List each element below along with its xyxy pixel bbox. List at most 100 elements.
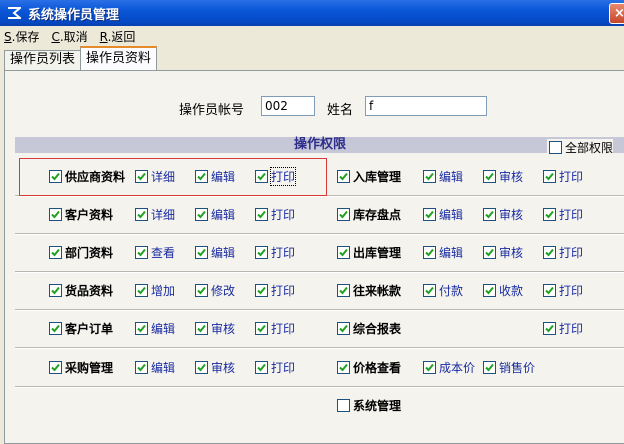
perm-left-5-sub-2-checkbox[interactable] (255, 360, 268, 374)
perm-left-4-sub-0[interactable]: 编辑 (135, 320, 175, 336)
perm-right-4-checkbox[interactable] (337, 321, 350, 335)
all-permissions-checkbox[interactable] (549, 141, 562, 154)
account-field[interactable]: 002 (261, 96, 315, 116)
window-title: 系统操作员管理 (28, 7, 120, 23)
perm-right-5-checkbox[interactable] (337, 360, 350, 374)
perm-left-2-checkbox[interactable] (49, 245, 62, 259)
perm-right-1-sub-2-checkbox[interactable] (543, 207, 556, 221)
perm-left-1-sub-0[interactable]: 详细 (135, 206, 175, 222)
perm-right-0-sub-1[interactable]: 审核 (483, 168, 523, 184)
perm-left-5-checkbox[interactable] (49, 360, 62, 374)
perm-left-4[interactable]: 客户订单 (49, 320, 113, 336)
perm-left-2-sub-0-checkbox[interactable] (135, 245, 148, 259)
perm-left-3-checkbox[interactable] (49, 283, 62, 297)
perm-right-0-sub-2[interactable]: 打印 (543, 168, 583, 184)
perm-left-1-sub-2-checkbox[interactable] (255, 207, 268, 221)
perm-right-2-sub-2-checkbox[interactable] (543, 245, 556, 259)
tab-operator-list[interactable]: 操作员列表 (4, 50, 82, 70)
perm-right-5-sub-1[interactable]: 销售价 (483, 359, 535, 375)
perm-right-3-sub-2[interactable]: 打印 (543, 282, 583, 298)
perm-left-3-sub-1[interactable]: 修改 (195, 282, 235, 298)
perm-right-3-sub-0-checkbox[interactable] (423, 283, 436, 297)
perm-right-5[interactable]: 价格查看 (337, 359, 401, 375)
tab-operator-details[interactable]: 操作员资料 (80, 46, 158, 70)
perm-right-2-sub-1-checkbox[interactable] (483, 245, 496, 259)
perm-right-6[interactable]: 系统管理 (337, 397, 401, 413)
perm-left-3-sub-1-checkbox[interactable] (195, 283, 208, 297)
perm-right-3-checkbox[interactable] (337, 283, 350, 297)
perm-right-3-sub-2-checkbox[interactable] (543, 283, 556, 297)
perm-right-0-sub-1-checkbox[interactable] (483, 169, 496, 183)
perm-left-1-sub-1-checkbox[interactable] (195, 207, 208, 221)
perm-right-3-sub-1-checkbox[interactable] (483, 283, 496, 297)
close-button[interactable]: × (609, 3, 624, 24)
perm-left-5-sub-2[interactable]: 打印 (255, 359, 295, 375)
perm-left-1-sub-0-checkbox[interactable] (135, 207, 148, 221)
perm-right-2-sub-2[interactable]: 打印 (543, 244, 583, 260)
perm-right-1-sub-0-checkbox[interactable] (423, 207, 436, 221)
perm-left-3-sub-0-checkbox[interactable] (135, 283, 148, 297)
perm-right-1-sub-2[interactable]: 打印 (543, 206, 583, 222)
perm-left-2-sub-2-checkbox[interactable] (255, 245, 268, 259)
perm-right-1-sub-0[interactable]: 编辑 (423, 206, 463, 222)
perm-left-5[interactable]: 采购管理 (49, 359, 113, 375)
all-permissions-toggle[interactable]: 全部权限 (547, 139, 614, 156)
perm-right-2-sub-0-checkbox[interactable] (423, 245, 436, 259)
perm-right-1-sub-1-checkbox[interactable] (483, 207, 496, 221)
perm-left-4-sub-1[interactable]: 审核 (195, 320, 235, 336)
perm-left-1[interactable]: 客户资料 (49, 206, 113, 222)
perm-right-1-label: 库存盘点 (353, 207, 402, 222)
perm-right-0[interactable]: 入库管理 (337, 168, 401, 184)
perm-left-1-checkbox[interactable] (49, 207, 62, 221)
perm-right-0-sub-0[interactable]: 编辑 (423, 168, 463, 184)
perm-left-1-sub-1[interactable]: 编辑 (195, 206, 235, 222)
perm-right-3-sub-0[interactable]: 付款 (423, 282, 463, 298)
perm-left-5-sub-0-checkbox[interactable] (135, 360, 148, 374)
perm-left-3[interactable]: 货品资料 (49, 282, 113, 298)
perm-left-3-sub-2-checkbox[interactable] (255, 283, 268, 297)
perm-left-4-sub-2-checkbox[interactable] (255, 321, 268, 335)
perm-left-3-sub-2[interactable]: 打印 (255, 282, 295, 298)
perm-left-1-sub-2[interactable]: 打印 (255, 206, 295, 222)
perm-left-2-sub-2[interactable]: 打印 (255, 244, 295, 260)
perm-right-4-sub-2-checkbox[interactable] (543, 321, 556, 335)
perm-left-2-sub-1-checkbox[interactable] (195, 245, 208, 259)
save-menu-item[interactable]: S.保存 (4, 28, 39, 45)
perm-right-4[interactable]: 综合报表 (337, 320, 401, 336)
perm-right-4-sub-2[interactable]: 打印 (543, 320, 583, 336)
perm-left-4-sub-1-checkbox[interactable] (195, 321, 208, 335)
title-bar: 系统操作员管理 × (0, 0, 624, 26)
perm-left-4-sub-0-checkbox[interactable] (135, 321, 148, 335)
perm-left-4-sub-0-label: 编辑 (151, 321, 176, 336)
perm-right-5-sub-0-checkbox[interactable] (423, 360, 436, 374)
perm-right-5-sub-0[interactable]: 成本价 (423, 359, 475, 375)
back-menu-item[interactable]: R.返回 (100, 28, 136, 45)
perm-right-6-checkbox[interactable] (337, 398, 350, 412)
name-field[interactable]: f (365, 96, 487, 116)
perm-left-4-sub-2[interactable]: 打印 (255, 320, 295, 336)
perm-right-0-sub-2-checkbox[interactable] (543, 169, 556, 183)
perm-right-3[interactable]: 往来帐款 (337, 282, 401, 298)
perm-right-1-checkbox[interactable] (337, 207, 350, 221)
cancel-menu-item[interactable]: C.取消 (51, 28, 87, 45)
perm-right-1[interactable]: 库存盘点 (337, 206, 401, 222)
perm-left-5-sub-1-checkbox[interactable] (195, 360, 208, 374)
perm-left-3-sub-0[interactable]: 增加 (135, 282, 175, 298)
perm-right-2-sub-0[interactable]: 编辑 (423, 244, 463, 260)
perm-right-2-sub-1[interactable]: 审核 (483, 244, 523, 260)
checkmark-icon (485, 248, 494, 256)
perm-left-5-sub-1[interactable]: 审核 (195, 359, 235, 375)
perm-right-1-sub-1[interactable]: 审核 (483, 206, 523, 222)
perm-right-2-checkbox[interactable] (337, 245, 350, 259)
perm-right-3-sub-1[interactable]: 收款 (483, 282, 523, 298)
perm-left-4-checkbox[interactable] (49, 321, 62, 335)
all-permissions-label: 全部权限 (565, 141, 614, 155)
perm-right-2[interactable]: 出库管理 (337, 244, 401, 260)
perm-right-5-sub-1-checkbox[interactable] (483, 360, 496, 374)
perm-left-2[interactable]: 部门资料 (49, 244, 113, 260)
perm-left-2-sub-0[interactable]: 查看 (135, 244, 175, 260)
perm-right-0-sub-0-checkbox[interactable] (423, 169, 436, 183)
perm-right-0-checkbox[interactable] (337, 169, 350, 183)
perm-left-5-sub-0[interactable]: 编辑 (135, 359, 175, 375)
perm-left-2-sub-1[interactable]: 编辑 (195, 244, 235, 260)
